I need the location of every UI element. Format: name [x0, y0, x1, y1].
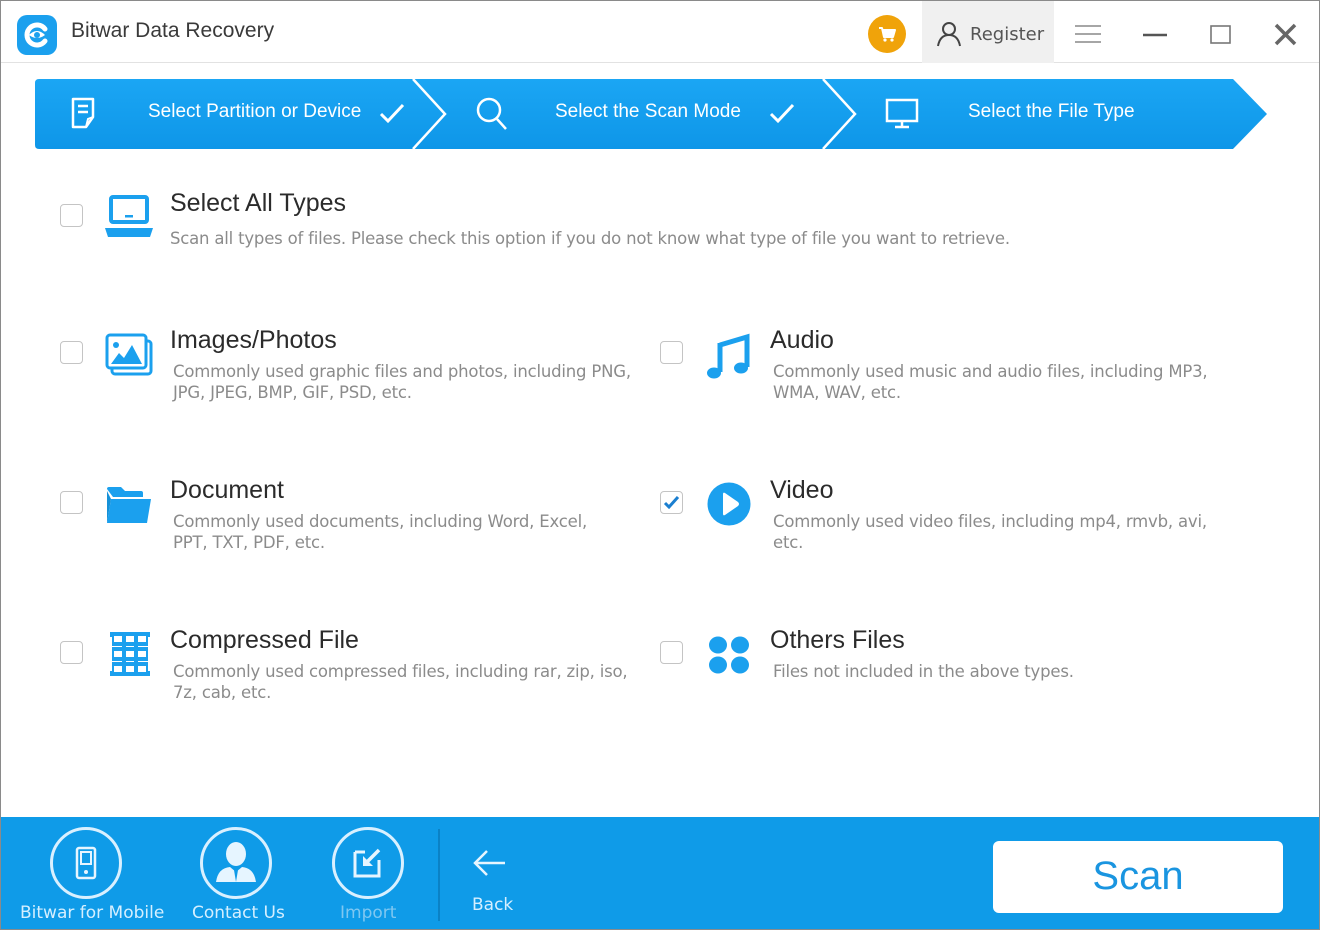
import-button[interactable]: Import — [321, 817, 421, 929]
option-description: Commonly used video files, including mp4… — [773, 512, 1207, 552]
option-compressed-file[interactable]: Compressed File Commonly used compressed… — [1, 623, 651, 713]
laptop-icon — [105, 195, 153, 237]
play-icon — [707, 482, 751, 526]
step-file-type[interactable]: Select the File Type — [855, 79, 1255, 149]
video-checkbox[interactable] — [660, 491, 683, 514]
step-label: Select the File Type — [968, 101, 1135, 122]
maximize-icon — [1210, 25, 1231, 44]
mobile-icon — [50, 827, 122, 899]
audio-checkbox[interactable] — [660, 341, 683, 364]
back-label: Back — [472, 895, 514, 915]
option-title: Images/Photos — [170, 326, 337, 354]
step-label: Select Partition or Device — [148, 101, 362, 122]
document-checkbox[interactable] — [60, 491, 83, 514]
option-description: Commonly used music and audio files, inc… — [773, 362, 1208, 402]
app-window: Bitwar Data Recovery Register Select Par… — [0, 0, 1320, 930]
others-checkbox[interactable] — [660, 641, 683, 664]
step-scan-mode[interactable]: Select the Scan Mode — [445, 79, 845, 149]
maximize-button[interactable] — [1200, 15, 1240, 51]
step-select-partition[interactable]: Select Partition or Device — [35, 79, 435, 149]
images-checkbox[interactable] — [60, 341, 83, 364]
option-audio[interactable]: Audio Commonly used music and audio file… — [651, 323, 1319, 413]
register-button[interactable]: Register — [922, 1, 1054, 63]
register-label: Register — [970, 24, 1045, 45]
compressed-checkbox[interactable] — [60, 641, 83, 664]
cart-button[interactable] — [868, 15, 906, 53]
import-label: Import — [340, 903, 397, 923]
toolbar-divider — [438, 829, 440, 921]
step-label: Select the Scan Mode — [555, 101, 741, 122]
search-icon — [476, 97, 507, 130]
contact-us-button[interactable]: Contact Us — [181, 817, 301, 929]
grid-dots-icon — [709, 636, 749, 674]
monitor-icon — [885, 98, 919, 129]
option-images-photos[interactable]: Images/Photos Commonly used graphic file… — [1, 323, 651, 413]
app-logo-icon — [17, 15, 57, 55]
music-note-icon — [707, 333, 750, 379]
contact-us-label: Contact Us — [192, 903, 285, 923]
back-button[interactable]: Back — [456, 817, 526, 929]
option-others-files[interactable]: Others Files Files not included in the a… — [651, 623, 1319, 713]
option-description: Scan all types of files. Please check th… — [170, 229, 1010, 248]
option-title: Select All Types — [170, 189, 347, 217]
app-title: Bitwar Data Recovery — [71, 19, 275, 42]
option-select-all[interactable]: Select All Types Scan all types of files… — [1, 181, 1319, 261]
option-title: Compressed File — [170, 626, 359, 654]
bitwar-for-mobile-button[interactable]: Bitwar for Mobile — [1, 817, 176, 929]
menu-icon — [1075, 25, 1101, 43]
close-icon — [1274, 23, 1297, 46]
option-description: Files not included in the above types. — [773, 662, 1074, 681]
arrow-left-icon — [473, 850, 505, 876]
option-document[interactable]: Document Commonly used documents, includ… — [1, 473, 651, 563]
close-button[interactable] — [1266, 15, 1306, 51]
bottom-toolbar: Bitwar for Mobile Contact Us Import Back… — [1, 817, 1319, 929]
user-icon — [937, 22, 961, 47]
option-title: Others Files — [770, 626, 905, 654]
document-icon — [71, 97, 95, 129]
checkmark-icon — [663, 495, 680, 510]
option-description: Commonly used graphic files and photos, … — [173, 362, 631, 402]
option-title: Document — [170, 476, 284, 504]
title-bar: Bitwar Data Recovery Register — [1, 1, 1319, 63]
option-description: Commonly used documents, including Word,… — [173, 512, 588, 552]
minimize-icon — [1143, 33, 1167, 37]
person-icon — [200, 827, 272, 899]
archive-icon — [108, 632, 152, 676]
option-title: Video — [770, 476, 834, 504]
bitwar-for-mobile-label: Bitwar for Mobile — [20, 903, 165, 923]
image-icon — [105, 333, 153, 376]
option-description: Commonly used compressed files, includin… — [173, 662, 628, 702]
cart-icon — [879, 27, 896, 42]
option-video[interactable]: Video Commonly used video files, includi… — [651, 473, 1319, 563]
scan-label: Scan — [1092, 854, 1184, 898]
checkmark-icon — [769, 103, 795, 124]
select-all-checkbox[interactable] — [60, 204, 83, 227]
menu-button[interactable] — [1068, 15, 1108, 51]
option-title: Audio — [770, 326, 834, 354]
checkmark-icon — [379, 103, 405, 124]
folder-icon — [107, 487, 151, 523]
scan-button[interactable]: Scan — [993, 841, 1283, 913]
import-icon — [332, 827, 404, 899]
step-progress-bar: Select Partition or Device Select the Sc… — [35, 79, 1267, 149]
minimize-button[interactable] — [1135, 15, 1175, 51]
